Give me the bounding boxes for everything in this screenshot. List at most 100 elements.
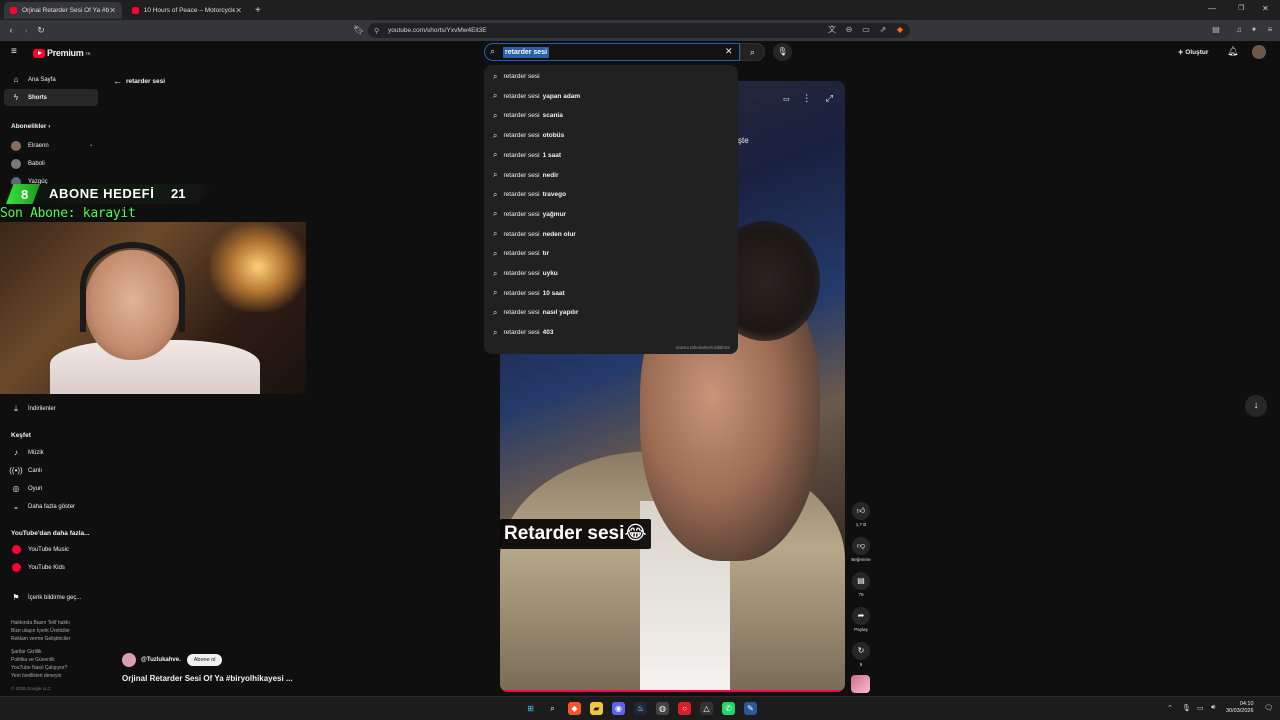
search-suggestion[interactable]: ⌕ retarder sesi 10 saat [484,284,738,303]
sidebar-item-youtube-kids[interactable]: YouTube Kids [4,559,98,576]
sidebar-item-report[interactable]: ⚑ İçerik bildirme geç... [4,589,98,606]
sidebar-channel[interactable]: Elraenn • [4,137,98,154]
opera-icon[interactable]: ○ [678,702,691,715]
system-clock[interactable]: 04:10 30/03/2026 [1226,701,1254,715]
sidebar-item-downloads[interactable]: ⤓ İndirilenler [4,400,98,417]
notifications-icon[interactable]: 🗨︎ [1264,704,1273,712]
windows-start-icon[interactable]: ⊞ [524,702,537,715]
search-suggestion[interactable]: ⌕ retarder sesi nedir [484,166,738,185]
new-tab-button[interactable]: + [249,2,263,19]
share-button[interactable]: ➦ Paylaş [851,607,871,632]
like-button[interactable]: 👍︎ 1,7 B [851,502,871,527]
minimize-icon[interactable]: — [1208,4,1216,13]
notifications-bell-icon[interactable]: 🔔︎ [1227,46,1238,57]
site-info-icon[interactable]: ⚲ [374,27,379,35]
zoom-icon[interactable]: ⊖ [843,24,855,36]
browser-tab[interactable]: 10 Hours of Peace – Motorcycle Night ✕ [126,2,248,19]
footer-links[interactable]: Hakkında Basın Telif hakkı [11,619,101,627]
bookmark-icon[interactable]: 🔖︎ [352,23,366,37]
brave-shield-icon[interactable]: ◆ [894,24,906,36]
account-avatar[interactable] [1252,45,1266,59]
discord-icon[interactable]: ◉ [612,702,625,715]
search-suggestion[interactable]: ⌕ retarder sesi neden olur [484,225,738,244]
next-video-arrow-icon[interactable]: ↓ [1245,395,1267,417]
steam-icon[interactable]: ♨ [634,702,647,715]
fullscreen-icon[interactable]: ⤢ [826,93,833,103]
sidebar-toggle-icon[interactable]: ▤ [1210,24,1222,36]
remix-button[interactable]: ↻ 9 [851,642,871,667]
media-icon[interactable]: ♫ [1233,24,1245,36]
search-suggestion[interactable]: ⌕ retarder sesi 1 saat [484,146,738,165]
clear-search-icon[interactable]: ✕ [725,46,733,57]
search-button[interactable]: ⌕ [740,43,765,61]
file-explorer-icon[interactable]: ▰ [590,702,603,715]
voice-search-icon[interactable]: 🎙︎ [773,43,792,61]
search-suggestion[interactable]: ⌕ retarder sesi otobüs [484,126,738,145]
app-icon[interactable]: △ [700,702,713,715]
create-button[interactable]: + Oluştur [1178,45,1208,59]
browser-tab-active[interactable]: Orjinal Retarder Sesi Of Ya #biryolhikay… [4,2,122,19]
search-suggestion[interactable]: ⌕ retarder sesi uyku [484,264,738,283]
reload-icon[interactable]: ↻ [34,23,48,37]
sidebar-item-home[interactable]: ⌂ Ana Sayfa [4,71,98,88]
obs-icon[interactable]: ◍ [656,702,669,715]
channel-handle[interactable]: @Tuzlukahve. [141,657,181,663]
search-suggestion[interactable]: ⌕ retarder sesi tır [484,244,738,263]
sound-thumbnail[interactable] [851,675,870,693]
footer-links[interactable]: Reklam verme Geliştiriciler [11,635,101,643]
sidebar-item-live[interactable]: ((•)) Canlı [4,462,98,479]
search-suggestion[interactable]: ⌕ retarder sesi scania [484,106,738,125]
search-suggestion[interactable]: ⌕ retarder sesi travego [484,185,738,204]
video-progress-bar[interactable] [500,690,845,692]
footer-links[interactable]: Politika ve Güvenlik [11,656,101,664]
sidebar-item-shorts[interactable]: ϟ Shorts [4,89,98,106]
sidebar-item-gaming[interactable]: ◎ Oyun [4,480,98,497]
brave-browser-icon[interactable]: ◆ [568,702,581,715]
video-title[interactable]: Orjinal Retarder Sesi Of Ya #biryolhikay… [122,674,293,683]
search-suggestion[interactable]: ⌕ retarder sesi yağmur [484,205,738,224]
network-icon[interactable]: ▭ [1197,704,1204,712]
search-input[interactable]: retarder sesi [503,47,550,58]
subscriptions-header[interactable]: Abonelikler › [11,123,50,130]
footer-links[interactable]: YouTube Nasıl Çalışıyor? [11,664,101,672]
browser-menu-icon[interactable]: ≡ [1264,24,1276,36]
microphone-icon[interactable]: 🎙︎ [1182,704,1191,712]
more-options-icon[interactable]: ⋮ [802,93,811,103]
whatsapp-icon[interactable]: ✆ [722,702,735,715]
report-predictions-link[interactable]: Arama tahminlerini bildirme [675,345,730,350]
search-suggestion[interactable]: ⌕ retarder sesi [484,67,738,86]
notes-icon[interactable]: ✎ [744,702,757,715]
volume-icon[interactable]: 🔊︎ [1211,704,1215,712]
footer-links[interactable]: Yeni özellikleri deneyin [11,672,101,680]
search-suggestion[interactable]: ⌕ retarder sesi yapan adam [484,87,738,106]
subscribe-button[interactable]: Abone ol [186,654,223,666]
maximize-icon[interactable]: ❐ [1238,4,1244,12]
back-icon[interactable]: ‹ [4,23,18,37]
comments-button[interactable]: ▤ 79 [851,572,871,597]
footer-links[interactable]: Şartlar Gizlilik [11,648,101,656]
forward-icon[interactable]: › [19,23,33,37]
dislike-button[interactable]: 👎︎ Beğenme [851,537,871,562]
close-tab-icon[interactable]: ✕ [109,6,116,15]
cast-icon[interactable]: ▭ [860,24,872,36]
close-tab-icon[interactable]: ✕ [235,6,242,15]
search-icon[interactable]: ⌕ [546,702,559,715]
search-suggestion[interactable]: ⌕ retarder sesi 403 [484,323,738,342]
share-page-icon[interactable]: ⇗ [877,24,889,36]
sidebar-item-youtube-music[interactable]: YouTube Music [4,541,98,558]
tray-chevron-up-icon[interactable]: ⌃ [1167,704,1173,712]
sidebar-item-music[interactable]: ♪ Müzik [4,444,98,461]
captions-icon[interactable]: ▭ [783,96,790,103]
channel-avatar[interactable] [122,653,136,667]
sidebar-channel[interactable]: Baboli [4,155,98,172]
search-box[interactable]: ⌕ retarder sesi ✕ [484,43,740,61]
footer-links[interactable]: Bize ulaşın İçerik Üreticiler [11,627,101,635]
extensions-icon[interactable]: ✦ [1248,24,1260,36]
back-to-search[interactable]: ← retarder sesi [113,76,165,86]
hamburger-menu-icon[interactable]: ≡ [11,46,17,57]
youtube-logo[interactable]: Premium TR [33,48,90,58]
search-suggestion[interactable]: ⌕ retarder sesi nasıl yapılır [484,303,738,322]
translate-icon[interactable]: 文 [826,24,838,36]
sidebar-item-show-more[interactable]: ⌄ Daha fazla göster [4,498,98,515]
close-window-icon[interactable]: ✕ [1262,4,1269,13]
